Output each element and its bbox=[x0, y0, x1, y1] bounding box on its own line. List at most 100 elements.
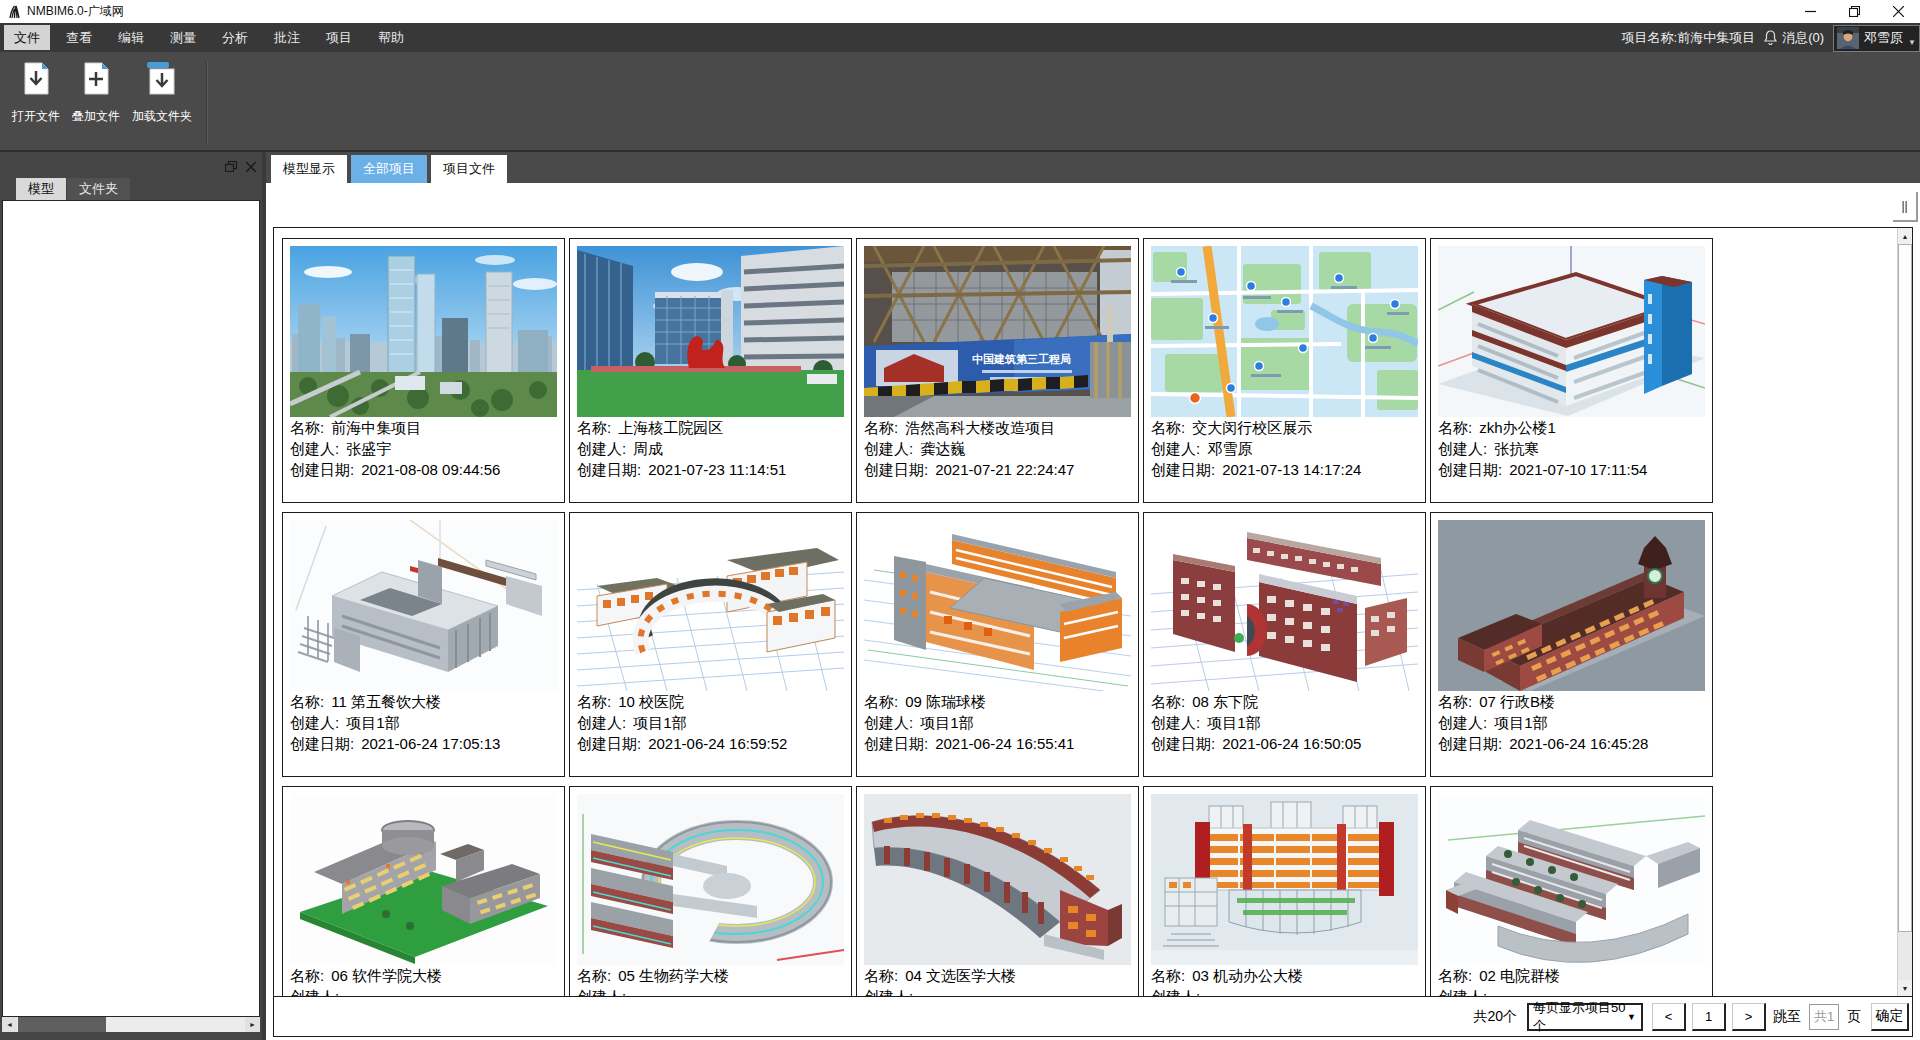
project-creator: 项目1部 bbox=[1494, 714, 1547, 731]
minimize-button[interactable] bbox=[1788, 0, 1832, 23]
next-page-button[interactable]: > bbox=[1732, 1003, 1766, 1031]
project-card[interactable]: 名称:02 电院群楼创建人:创建日期: bbox=[1430, 786, 1713, 996]
project-name-line: 名称:浩然高科大楼改造项目 bbox=[864, 417, 1131, 438]
menu-item-view[interactable]: 查看 bbox=[56, 25, 102, 50]
project-date-line: 创建日期:2021-07-10 17:11:54 bbox=[1438, 459, 1705, 480]
collapse-panel-button[interactable]: || bbox=[1893, 192, 1918, 222]
menu-item-analysis[interactable]: 分析 bbox=[212, 25, 258, 50]
project-card[interactable]: 名称:08 东下院创建人:项目1部创建日期:2021-06-24 16:50:0… bbox=[1143, 512, 1426, 777]
project-card[interactable]: 名称:交大闵行校区展示创建人:邓雪原创建日期:2021-07-13 14:17:… bbox=[1143, 238, 1426, 503]
page-size-select[interactable]: 每页显示项目50个 ▼ bbox=[1527, 1003, 1643, 1031]
project-name: 07 行政B楼 bbox=[1479, 693, 1555, 710]
tab-model-display[interactable]: 模型显示 bbox=[271, 155, 347, 183]
tab-all-projects[interactable]: 全部项目 bbox=[351, 155, 427, 183]
project-name: 前海中集项目 bbox=[331, 419, 421, 436]
map-thumbnail bbox=[1151, 246, 1418, 417]
load-folder-button[interactable]: 加载文件夹 bbox=[126, 62, 198, 125]
prev-page-button[interactable]: < bbox=[1652, 1003, 1686, 1031]
project-card[interactable]: 名称:06 软件学院大楼创建人:创建日期: bbox=[282, 786, 565, 996]
scroll-right-icon[interactable]: ► bbox=[245, 1017, 260, 1032]
scroll-down-icon[interactable]: ▼ bbox=[1898, 980, 1912, 996]
project-card[interactable]: 名称:10 校医院创建人:项目1部创建日期:2021-06-24 16:59:5… bbox=[569, 512, 852, 777]
select-caret-icon: ▼ bbox=[1627, 1012, 1636, 1022]
scrollbar-thumb[interactable] bbox=[18, 1017, 106, 1032]
maximize-button[interactable] bbox=[1832, 0, 1876, 23]
dock-float-icon[interactable] bbox=[225, 158, 237, 176]
model-tree-panel[interactable] bbox=[2, 200, 260, 1017]
dock-close-icon[interactable] bbox=[246, 158, 256, 176]
dock-header bbox=[0, 152, 262, 178]
project-card[interactable]: 名称:前海中集项目创建人:张盛宇创建日期:2021-08-08 09:44:56 bbox=[282, 238, 565, 503]
project-name-line: 名称:10 校医院 bbox=[577, 691, 844, 712]
tab-project-files[interactable]: 项目文件 bbox=[431, 155, 507, 183]
menu-item-help[interactable]: 帮助 bbox=[368, 25, 414, 50]
titlebar: NMBIM6.0-广域网 bbox=[0, 0, 1920, 23]
model-dong bbox=[1151, 520, 1418, 691]
project-card[interactable]: 名称:上海核工院园区创建人:周成创建日期:2021-07-23 11:14:51 bbox=[569, 238, 852, 503]
model-zkh bbox=[1438, 246, 1705, 417]
project-name-line: 名称:前海中集项目 bbox=[290, 417, 557, 438]
total-count-label: 共20个 bbox=[1473, 1008, 1517, 1026]
city-photo bbox=[290, 246, 557, 417]
project-creator-line: 创建人: bbox=[577, 986, 844, 996]
model-software bbox=[290, 794, 557, 965]
messages-label: 消息(0) bbox=[1782, 29, 1824, 47]
project-date: 2021-06-24 16:45:28 bbox=[1509, 735, 1648, 752]
window-title: NMBIM6.0-广域网 bbox=[27, 3, 124, 20]
confirm-button[interactable]: 确定 bbox=[1871, 1003, 1909, 1031]
project-name: 08 东下院 bbox=[1192, 693, 1258, 710]
left-dock-panel: 模型文件夹 ◄ ► bbox=[0, 152, 262, 1040]
user-menu[interactable]: 邓雪原 ▼ bbox=[1833, 25, 1920, 52]
toolbar: 打开文件叠加文件加载文件夹 bbox=[0, 52, 1920, 152]
project-date: 2021-08-08 09:44:56 bbox=[361, 461, 500, 478]
close-button[interactable] bbox=[1876, 0, 1920, 23]
jump-page-input[interactable]: 共1 bbox=[1809, 1004, 1839, 1030]
project-creator-line: 创建人: bbox=[1151, 986, 1418, 996]
project-name: 02 电院群楼 bbox=[1479, 967, 1560, 984]
project-card[interactable]: 名称:11 第五餐饮大楼创建人:项目1部创建日期:2021-06-24 17:0… bbox=[282, 512, 565, 777]
current-page-button[interactable]: 1 bbox=[1692, 1003, 1726, 1031]
project-card[interactable]: 名称:05 生物药学大楼创建人:创建日期: bbox=[569, 786, 852, 996]
project-creator-line: 创建人: bbox=[1438, 986, 1705, 996]
model-canteen bbox=[290, 520, 557, 691]
project-name: 04 文选医学大楼 bbox=[905, 967, 1016, 984]
messages-button[interactable]: 消息(0) bbox=[1764, 29, 1824, 47]
overlay-file-icon bbox=[81, 62, 111, 99]
project-card[interactable]: 名称:07 行政B楼创建人:项目1部创建日期:2021-06-24 16:45:… bbox=[1430, 512, 1713, 777]
project-creator: 项目1部 bbox=[1207, 714, 1260, 731]
project-date-line: 创建日期:2021-08-08 09:44:56 bbox=[290, 459, 557, 480]
menu-item-edit[interactable]: 编辑 bbox=[108, 25, 154, 50]
scroll-left-icon[interactable]: ◄ bbox=[2, 1017, 17, 1032]
vscrollbar-thumb[interactable] bbox=[1898, 244, 1912, 932]
menu-item-project[interactable]: 项目 bbox=[316, 25, 362, 50]
menu-item-annotate[interactable]: 批注 bbox=[264, 25, 310, 50]
model-jidong bbox=[1151, 794, 1418, 965]
project-date-line: 创建日期:2021-07-21 22:24:47 bbox=[864, 459, 1131, 480]
project-card[interactable]: 名称:04 文选医学大楼创建人:创建日期: bbox=[856, 786, 1139, 996]
project-name: 浩然高科大楼改造项目 bbox=[905, 419, 1055, 436]
project-date: 2021-06-24 17:05:13 bbox=[361, 735, 500, 752]
project-creator: 邓雪原 bbox=[1207, 440, 1252, 457]
project-card[interactable]: 中国建筑第三工程局 名称:浩然高科大楼改造项目创建人:龚达巍创建日期:2021-… bbox=[856, 238, 1139, 503]
menu-item-measure[interactable]: 测量 bbox=[160, 25, 206, 50]
menu-item-file[interactable]: 文件 bbox=[4, 25, 50, 50]
open-file-button[interactable]: 打开文件 bbox=[6, 62, 66, 125]
dock-tab-folder[interactable]: 文件夹 bbox=[67, 178, 130, 200]
project-card[interactable]: 名称:09 陈瑞球楼创建人:项目1部创建日期:2021-06-24 16:55:… bbox=[856, 512, 1139, 777]
model-chen bbox=[864, 520, 1131, 691]
model-wenxuan bbox=[864, 794, 1131, 965]
project-date: 2021-07-10 17:11:54 bbox=[1509, 461, 1647, 478]
overlay-file-button[interactable]: 叠加文件 bbox=[66, 62, 126, 125]
project-card[interactable]: 名称:03 机动办公大楼创建人:创建日期: bbox=[1143, 786, 1426, 996]
dock-horizontal-scrollbar[interactable]: ◄ ► bbox=[2, 1017, 260, 1032]
vertical-scrollbar[interactable]: ▲ ▼ bbox=[1897, 228, 1912, 996]
jump-label: 跳至 bbox=[1773, 1008, 1801, 1026]
scroll-up-icon[interactable]: ▲ bbox=[1898, 228, 1912, 244]
campus-photo bbox=[577, 246, 844, 417]
project-card[interactable]: 名称:zkh办公楼1创建人:张抗寒创建日期:2021-07-10 17:11:5… bbox=[1430, 238, 1713, 503]
project-name-line: 名称:上海核工院园区 bbox=[577, 417, 844, 438]
project-creator-line: 创建人:龚达巍 bbox=[864, 438, 1131, 459]
project-date-line: 创建日期:2021-06-24 16:45:28 bbox=[1438, 733, 1705, 754]
dock-tab-model[interactable]: 模型 bbox=[16, 178, 66, 200]
project-date-line: 创建日期:2021-06-24 16:50:05 bbox=[1151, 733, 1418, 754]
